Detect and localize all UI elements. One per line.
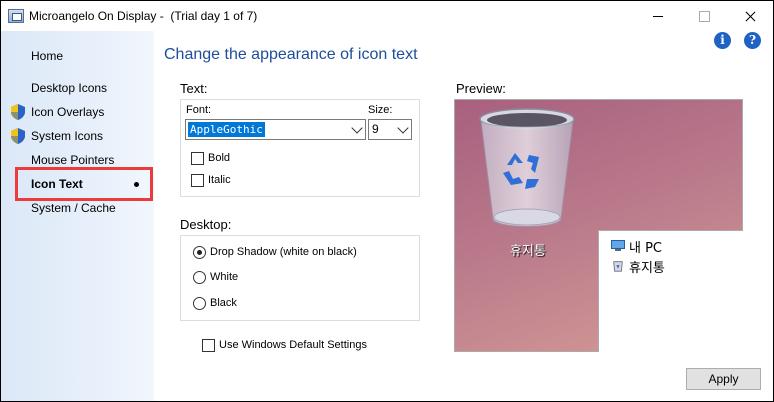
size-value: 9 <box>372 122 379 136</box>
minimize-button[interactable] <box>635 1 681 31</box>
app-icon <box>8 9 24 23</box>
black-label: Black <box>210 297 237 309</box>
bold-checkbox[interactable] <box>191 152 204 165</box>
sidebar-item-home[interactable]: Home <box>1 45 154 67</box>
sidebar-item-label: Icon Overlays <box>31 105 105 119</box>
uac-shield-icon <box>11 104 25 120</box>
app-window: Microangelo On Display - (Trial day 1 of… <box>0 0 774 402</box>
apply-button[interactable]: Apply <box>686 368 761 390</box>
sidebar-item-icon-overlays[interactable]: Icon Overlays <box>1 101 154 123</box>
white-label: White <box>210 271 239 283</box>
sidebar-item-system-icons[interactable]: System Icons <box>1 125 154 147</box>
italic-label: Italic <box>208 174 231 186</box>
use-default-label: Use Windows Default Settings <box>219 339 367 351</box>
drop-shadow-radio[interactable] <box>193 246 206 259</box>
chevron-down-icon <box>351 122 363 134</box>
this-pc-icon <box>611 240 625 251</box>
recycle-bin-icon <box>479 108 575 227</box>
close-button[interactable] <box>727 1 773 31</box>
chevron-down-icon <box>397 122 409 134</box>
use-default-checkbox[interactable] <box>202 339 215 352</box>
recycle-bin-icon <box>613 261 623 272</box>
title-bar: Microangelo On Display - (Trial day 1 of… <box>1 1 773 31</box>
uac-shield-icon <box>11 128 25 144</box>
white-radio[interactable] <box>193 271 206 284</box>
window-title: Microangelo On Display - (Trial day 1 of… <box>29 9 258 23</box>
sidebar-item-label: Home <box>31 49 64 63</box>
preview-bin-label: 휴지통 <box>510 244 546 259</box>
preview-label: Preview: <box>456 81 506 96</box>
sidebar-item-label: System / Cache <box>31 201 116 215</box>
font-label: Font: <box>186 104 212 116</box>
size-label: Size: <box>368 104 393 116</box>
explorer-item-label: 내 PC <box>629 241 663 256</box>
maximize-button[interactable] <box>681 1 727 31</box>
bold-label: Bold <box>208 152 231 164</box>
drop-shadow-label: Drop Shadow (white on black) <box>210 246 357 258</box>
black-radio[interactable] <box>193 297 206 310</box>
help-icon[interactable]: ? <box>744 32 761 49</box>
sidebar-item-label: System Icons <box>31 129 104 143</box>
sidebar-item-desktop-icons[interactable]: Desktop Icons <box>1 77 154 99</box>
sidebar-item-label: Mouse Pointers <box>31 153 115 167</box>
info-icon[interactable]: i <box>714 32 731 49</box>
size-dropdown[interactable]: 9 <box>368 119 412 140</box>
font-dropdown[interactable]: AppleGothic <box>185 119 366 140</box>
explorer-item-label: 휴지통 <box>629 261 665 276</box>
italic-checkbox[interactable] <box>191 174 204 187</box>
text-section-label: Text: <box>180 81 208 96</box>
sidebar-item-label: Desktop Icons <box>31 81 108 95</box>
desktop-section-label: Desktop: <box>180 217 232 232</box>
page-title: Change the appearance of icon text <box>164 46 418 63</box>
highlight-annotation <box>15 167 153 201</box>
font-value: AppleGothic <box>188 122 265 137</box>
